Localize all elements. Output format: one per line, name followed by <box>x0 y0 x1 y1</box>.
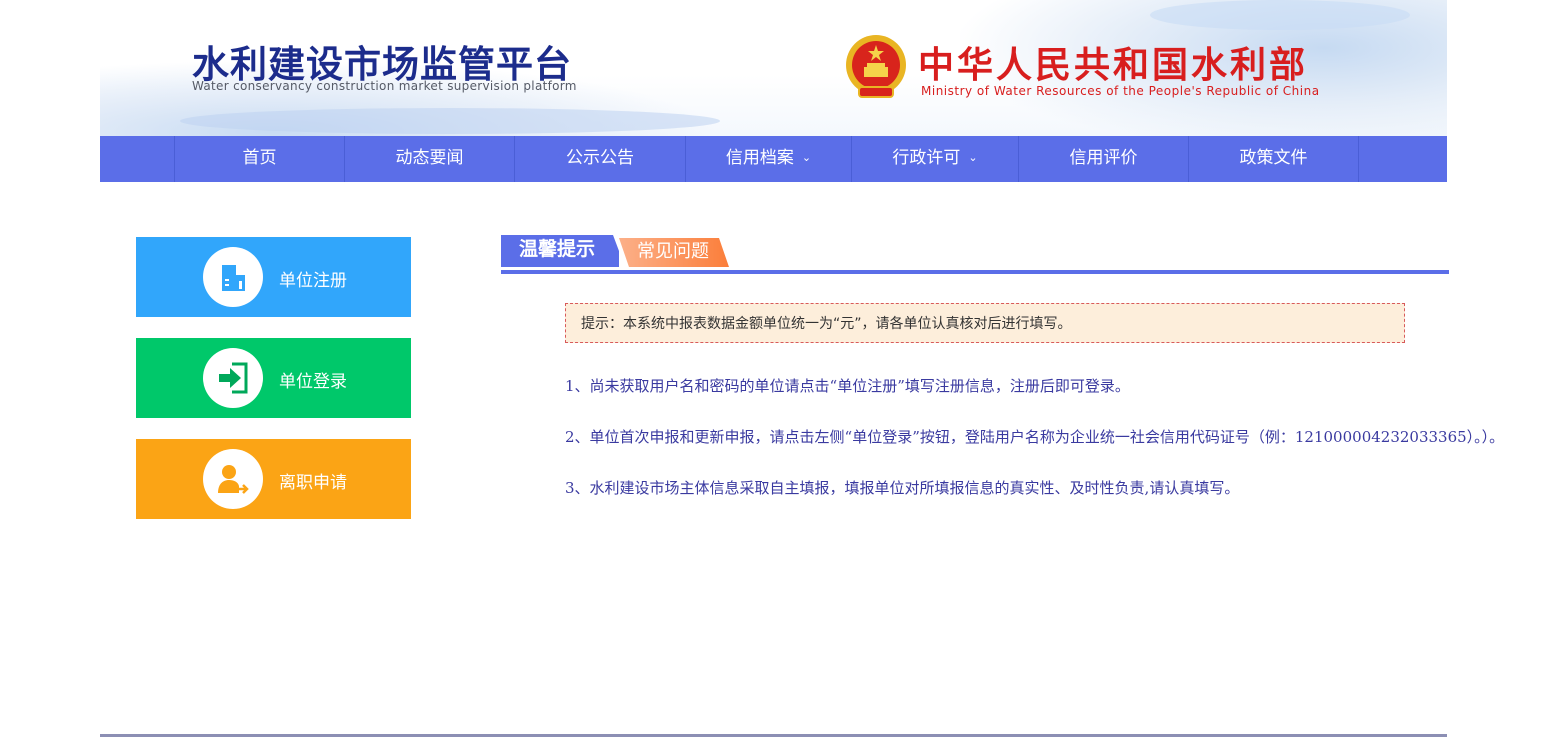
nav-item-label: 公示公告 <box>566 148 634 168</box>
list-item: 2、单位首次申报和更新申报，请点击左侧“单位登录”按钮，登陆用户名称为企业统一社… <box>565 428 1505 446</box>
nav-item-credit-archive[interactable]: 信用档案 ⌄ <box>686 136 852 182</box>
button-label: 离职申请 <box>279 473 347 493</box>
nav-item-admin-license[interactable]: 行政许可 ⌄ <box>852 136 1019 182</box>
icon-circle <box>203 247 263 307</box>
national-emblem-icon <box>846 35 906 98</box>
tips-list: 1、尚未获取用户名和密码的单位请点击“单位注册”填写注册信息，注册后即可登录。 … <box>565 372 1505 525</box>
nav-item-label: 动态要闻 <box>395 148 464 168</box>
nav-spacer <box>100 136 175 182</box>
notice-box: 提示：本系统中报表数据金额单位统一为“元”，请各单位认真核对后进行填写。 <box>565 303 1405 343</box>
ministry-title: 中华人民共和国水利部 <box>918 45 1309 86</box>
list-item: 3、水利建设市场主体信息采取自主填报，填报单位对所填报信息的真实性、及时性负责,… <box>565 479 1240 497</box>
button-label: 单位注册 <box>279 271 347 291</box>
site-subtitle: Water conservancy construction market su… <box>192 79 577 93</box>
info-tabs: 温馨提示 常见问题 <box>501 235 1449 275</box>
icon-circle <box>203 348 263 408</box>
page: 水利建设市场监管平台 Water conservancy constructio… <box>100 0 1504 738</box>
ministry-subtitle: Ministry of Water Resources of the Peopl… <box>921 84 1320 98</box>
water-decoration <box>180 108 720 134</box>
icon-circle <box>203 449 263 509</box>
tab-tips[interactable]: 温馨提示 <box>501 235 619 267</box>
header-banner: 水利建设市场监管平台 Water conservancy constructio… <box>100 0 1447 136</box>
nav-item-label: 行政许可 <box>892 148 961 168</box>
nav-item-policy-docs[interactable]: 政策文件 <box>1189 136 1359 182</box>
water-decoration <box>1150 0 1410 30</box>
nav-item-label: 信用档案 <box>725 148 794 168</box>
resignation-button[interactable]: 离职申请 <box>136 439 411 519</box>
tab-faq[interactable]: 常见问题 <box>619 238 729 267</box>
nav-item-label: 信用评价 <box>1069 148 1138 168</box>
main-nav: 首页 动态要闻 公示公告 信用档案 ⌄ 行政许可 ⌄ 信用评价 政策文件 <box>100 136 1447 182</box>
user-leave-icon <box>218 465 249 494</box>
tab-underline <box>501 270 1449 274</box>
nav-item-credit-rating[interactable]: 信用评价 <box>1019 136 1189 182</box>
nav-item-news[interactable]: 动态要闻 <box>345 136 515 182</box>
nav-item-home[interactable]: 首页 <box>175 136 345 182</box>
nav-item-announcements[interactable]: 公示公告 <box>515 136 686 182</box>
nav-item-label: 政策文件 <box>1239 148 1308 168</box>
chevron-down-icon: ⌄ <box>968 151 978 164</box>
unit-login-button[interactable]: 单位登录 <box>136 338 411 418</box>
building-icon <box>222 265 245 291</box>
footer-divider <box>100 734 1447 737</box>
nav-item-label: 首页 <box>242 148 277 168</box>
login-icon <box>219 362 248 394</box>
unit-register-button[interactable]: 单位注册 <box>136 237 411 317</box>
chevron-down-icon: ⌄ <box>801 151 812 164</box>
list-item: 1、尚未获取用户名和密码的单位请点击“单位注册”填写注册信息，注册后即可登录。 <box>565 377 1130 395</box>
button-label: 单位登录 <box>279 372 347 392</box>
